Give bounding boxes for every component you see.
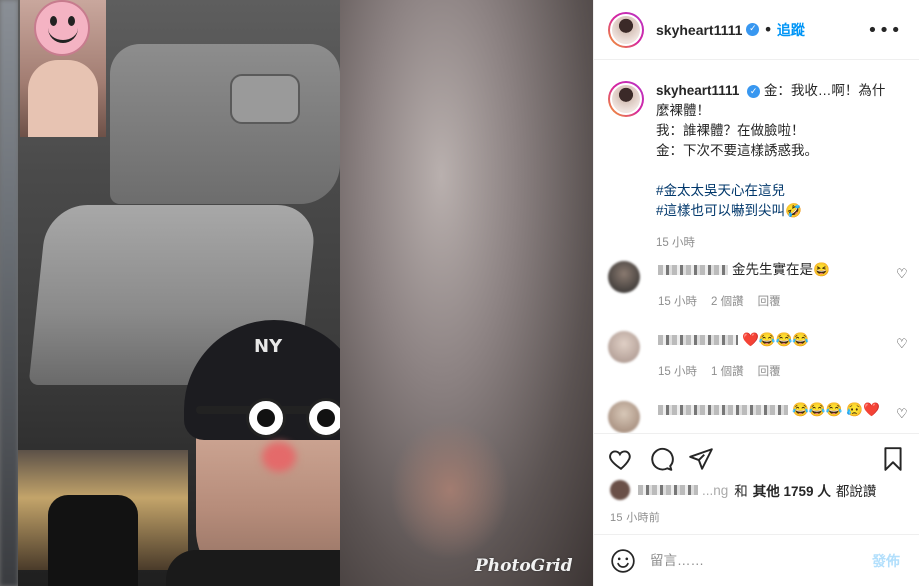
blurred-username[interactable] <box>658 265 728 276</box>
like-comment-heart-icon[interactable]: ♡ <box>896 268 908 281</box>
side-panel: skyheart1111 ✓ • 追蹤 ••• skyheart1111 ✓ 金… <box>593 0 919 586</box>
add-comment-bar: 發佈 <box>594 534 919 586</box>
photogrid-watermark: PhotoGrid <box>475 556 573 576</box>
caption: skyheart1111 ✓ 金：我收…啊！為什麼裸體！ 我：誰裸體？在做臉啦！… <box>608 81 896 253</box>
post-media[interactable]: NY PhotoGrid <box>0 0 593 586</box>
blurred-right-margin <box>340 0 593 586</box>
instagram-post: NY PhotoGrid skyheart1111 ✓ • 追蹤 ••• sky… <box>0 0 919 586</box>
like-comment-heart-icon[interactable]: ♡ <box>896 408 908 421</box>
cartoon-eye-sticker <box>246 398 286 438</box>
caption-line: 我：誰裸體？在做臉啦！ <box>656 123 805 138</box>
cartoon-eye-sticker <box>306 398 340 438</box>
blurred-username[interactable] <box>658 405 788 416</box>
comment-likes[interactable]: 1 個讚 <box>711 366 744 378</box>
comment-bubble-icon[interactable] <box>648 446 674 472</box>
action-bar <box>594 433 919 483</box>
comment-text: 😂😂😂 😥❤️ <box>792 402 880 417</box>
hashtag-link[interactable]: #這樣也可以嚇到尖叫🤣 <box>656 203 802 218</box>
comment-text: 金先生實在是😆 <box>732 262 830 277</box>
comments-section[interactable]: skyheart1111 ✓ 金：我收…啊！為什麼裸體！ 我：誰裸體？在做臉啦！… <box>594 61 919 433</box>
verified-badge-icon: ✓ <box>747 84 761 98</box>
blurred-liker-name-suffix: ...ng <box>702 482 729 498</box>
comment-input[interactable] <box>650 553 860 568</box>
separator: • <box>763 20 773 39</box>
sun-visor <box>110 44 340 204</box>
commenter-avatar[interactable] <box>608 331 640 363</box>
caption-username[interactable]: skyheart1111 <box>656 83 739 98</box>
caption-avatar[interactable] <box>608 81 644 117</box>
red-nose-blush <box>262 442 296 472</box>
comment-likes[interactable]: 2 個讚 <box>711 296 744 308</box>
commenter-avatar[interactable] <box>608 261 640 293</box>
comment-time[interactable]: 15 小時 <box>658 366 697 378</box>
like-heart-icon[interactable] <box>608 446 634 472</box>
like-comment-heart-icon[interactable]: ♡ <box>896 338 908 351</box>
more-options-icon[interactable]: ••• <box>867 20 902 41</box>
blurred-username[interactable] <box>658 335 738 346</box>
likes-count-link[interactable]: 其他 1759 人 <box>753 480 831 500</box>
reply-button[interactable]: 回覆 <box>758 296 781 308</box>
car-seat <box>48 495 138 586</box>
smiley-face-sticker <box>34 0 90 56</box>
hashtag-link[interactable]: #金太太吳天心在這兒 <box>656 183 785 198</box>
profile-avatar[interactable] <box>608 11 644 48</box>
post-header: skyheart1111 ✓ • 追蹤 ••• <box>594 0 919 60</box>
comment-text: ❤️😂😂😂 <box>742 332 810 347</box>
likes-summary: ...ng 和 其他 1759 人 都說讚 <box>610 480 876 500</box>
verified-badge-icon: ✓ <box>746 23 760 36</box>
blurred-left-margin <box>0 0 18 586</box>
comment-item: 😂😂😂 😥❤️ ♡ <box>608 401 908 433</box>
man-with-cap: NY <box>166 320 340 586</box>
post-timestamp[interactable]: 15 小時前 <box>610 509 660 525</box>
caption-time[interactable]: 15 小時 <box>656 233 896 253</box>
blurred-liker-name[interactable] <box>638 485 698 495</box>
commenter-avatar[interactable] <box>608 401 640 433</box>
reply-button[interactable]: 回覆 <box>758 366 781 378</box>
save-bookmark-icon[interactable] <box>880 446 906 472</box>
comment-item: 金先生實在是😆 15 小時 2 個讚 回覆 ♡ <box>608 261 908 311</box>
emoji-icon[interactable] <box>610 548 636 574</box>
liker-avatar[interactable] <box>610 480 630 500</box>
share-paper-plane-icon[interactable] <box>688 446 714 472</box>
header-username[interactable]: skyheart1111 <box>656 22 742 38</box>
follow-button[interactable]: 追蹤 <box>777 20 805 40</box>
caption-line: 金：下次不要這樣誘惑我。 <box>656 143 818 158</box>
video-call-thumbnail <box>20 0 106 137</box>
comment-item: ❤️😂😂😂 15 小時 1 個讚 回覆 ♡ <box>608 331 908 381</box>
comment-time[interactable]: 15 小時 <box>658 296 697 308</box>
post-comment-button[interactable]: 發佈 <box>872 551 900 571</box>
cap-logo: NY <box>254 336 283 357</box>
